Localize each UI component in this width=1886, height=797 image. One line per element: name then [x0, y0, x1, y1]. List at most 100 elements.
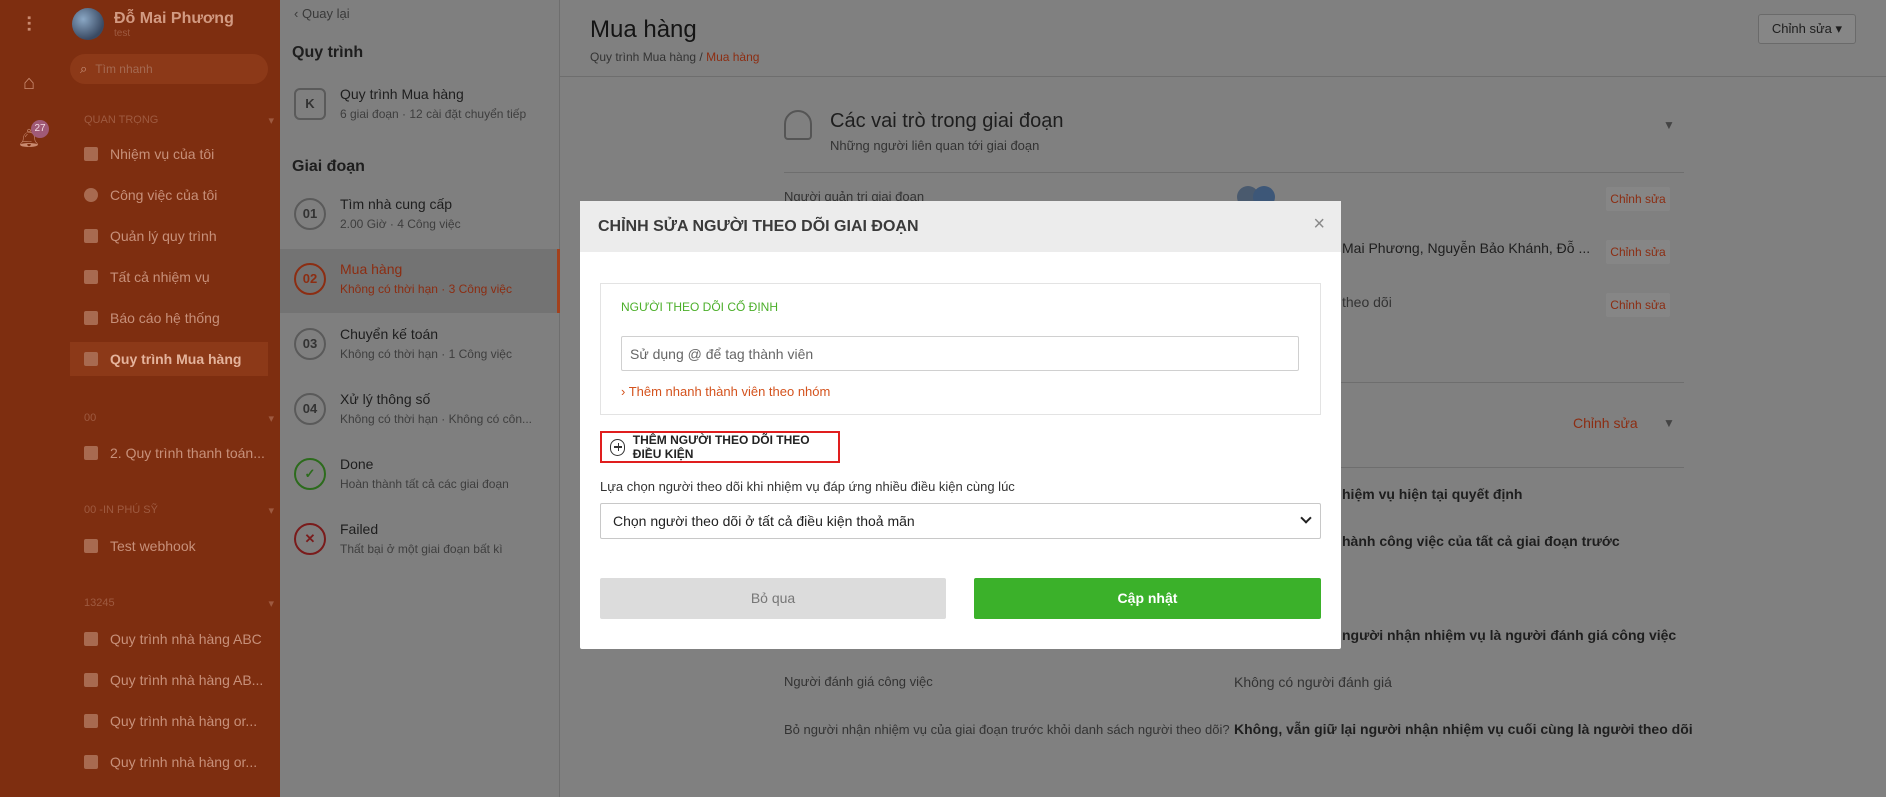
select-value: Chọn người theo dõi ở tất cả điều kiện t…	[613, 513, 915, 529]
nav-restaurant-3[interactable]: Quy trình nhà hàng or...	[70, 704, 268, 738]
nav-my-jobs[interactable]: Công việc của tôi	[70, 178, 268, 212]
chevron-down-icon	[1300, 512, 1312, 524]
stages-heading: Giai đoạn	[292, 158, 365, 175]
user-profile[interactable]: Đỗ Mai Phương test	[72, 8, 234, 40]
clock-icon	[84, 188, 98, 202]
process-title: Quy trình Mua hàng	[340, 86, 464, 102]
select-label: Lựa chọn người theo dõi khi nhiệm vụ đáp…	[600, 479, 1015, 494]
plus-circle-icon	[610, 438, 625, 456]
caret-down-icon: ▾	[268, 505, 274, 517]
nav-label: Quy trình nhà hàng or...	[110, 754, 258, 770]
process-icon	[84, 714, 98, 728]
edit-settings-link[interactable]: Chỉnh sửa	[1573, 415, 1638, 431]
folder-icon	[84, 229, 98, 243]
nav-label: Nhiệm vụ của tôi	[110, 146, 215, 162]
caret-down-icon: ▾	[268, 413, 274, 425]
tag-member-input[interactable]	[621, 336, 1299, 371]
caret-down-icon: ▾	[1835, 21, 1843, 36]
stage-item[interactable]: ✓ Done Hoàn thành tất cả các giai đoạn	[280, 444, 560, 508]
divider	[560, 76, 1886, 77]
section-00[interactable]: 00 ▾	[84, 412, 274, 425]
user-name: Đỗ Mai Phương	[114, 9, 234, 27]
stage-subtitle: 2.00 Giờ · 4 Công việc	[340, 217, 461, 231]
process-icon	[84, 352, 98, 366]
breadcrumb-separator: /	[696, 50, 707, 64]
nav-label: 2. Quy trình thanh toán...	[110, 445, 265, 461]
nav-purchase-process[interactable]: Quy trình Mua hàng	[70, 342, 268, 376]
modal-header: CHỈNH SỬA NGƯỜI THEO DÕI GIAI ĐOẠN ×	[580, 201, 1341, 252]
caret-down-icon: ▾	[268, 115, 274, 127]
stage-number: 04	[294, 393, 326, 425]
quick-add-group-link[interactable]: › Thêm nhanh thành viên theo nhóm	[621, 384, 830, 399]
nav-restaurant-1[interactable]: Quy trình nhà hàng ABC	[70, 622, 268, 656]
process-icon	[84, 539, 98, 553]
follower-mode-select[interactable]: Chọn người theo dõi ở tất cả điều kiện t…	[600, 503, 1321, 539]
process-item[interactable]: K Quy trình Mua hàng 6 giai đoạn · 12 cà…	[280, 74, 560, 138]
breadcrumb-root[interactable]: Quy trình Mua hàng	[590, 50, 696, 64]
process-subtitle: 6 giai đoạn · 12 cài đặt chuyển tiếp	[340, 107, 527, 121]
stage-title: Failed	[340, 521, 379, 537]
divider	[784, 172, 1684, 173]
chevron-down-icon[interactable]: ▼	[1663, 118, 1675, 132]
nav-system-reports[interactable]: Báo cáo hệ thống	[70, 301, 268, 335]
edit-label: Chỉnh sửa	[1771, 21, 1832, 36]
stages-panel: ‹ Quay lại Quy trình K Quy trình Mua hàn…	[280, 0, 560, 797]
stage-item[interactable]: 04 Xử lý thông số Không có thời hạn · Kh…	[280, 379, 560, 443]
search-icon: ⌕	[80, 61, 88, 76]
app-logo-icon[interactable]: ⫶	[0, 14, 58, 37]
add-conditional-label: THÊM NGƯỜI THEO DÕI THEO ĐIỀU KIỆN	[632, 433, 810, 461]
stage-item[interactable]: ✕ Failed Thất bại ở một giai đoạn bất kì	[280, 509, 560, 573]
nav-restaurant-4[interactable]: Quy trình nhà hàng or...	[70, 745, 268, 779]
stage-number: 02	[294, 263, 326, 295]
reviewer-label: Người đánh giá công việc	[784, 674, 933, 689]
roles-title: Các vai trò trong giai đoạn	[830, 110, 1064, 132]
stage-subtitle: Thất bại ở một giai đoạn bất kì	[340, 542, 503, 556]
back-label: Quay lại	[301, 6, 350, 21]
add-conditional-follower-button[interactable]: THÊM NGƯỜI THEO DÕI THEO ĐIỀU KIỆN	[600, 431, 840, 463]
page-title: Mua hàng	[590, 16, 697, 43]
avatar	[72, 8, 104, 40]
nav-payment-process[interactable]: 2. Quy trình thanh toán...	[70, 436, 268, 470]
remove-value: Không, vẫn giữ lại người nhận nhiệm vụ c…	[1234, 721, 1693, 737]
nav-my-tasks[interactable]: Nhiệm vụ của tôi	[70, 137, 268, 171]
home-icon[interactable]: ⌂	[0, 72, 58, 95]
close-icon[interactable]: ×	[1313, 213, 1325, 236]
process-icon	[84, 673, 98, 687]
quick-search[interactable]: ⌕	[70, 54, 268, 84]
process-icon	[84, 446, 98, 460]
section-13245[interactable]: 13245 ▾	[84, 597, 274, 610]
nav-label: Quy trình nhà hàng ABC	[110, 631, 262, 647]
stage-item[interactable]: 01 Tìm nhà cung cấp 2.00 Giờ · 4 Công vi…	[280, 184, 560, 248]
edit-followers-button[interactable]: Chỉnh sửa	[1606, 293, 1670, 317]
stage-title: Mua hàng	[340, 261, 403, 277]
cancel-button[interactable]: Bỏ qua	[600, 578, 946, 619]
bell-icon[interactable]: 🔔︎	[0, 128, 58, 149]
search-input[interactable]	[95, 62, 256, 76]
roles-subtitle: Những người liên quan tới giai đoạn	[830, 138, 1040, 153]
setting-line-a: hiệm vụ hiện tại quyết định	[1342, 486, 1523, 502]
stage-item-active[interactable]: 02 Mua hàng Không có thời hạn · 3 Công v…	[280, 249, 560, 313]
fixed-followers-label: NGƯỜI THEO DÕI CỐ ĐỊNH	[621, 300, 778, 314]
stage-subtitle: Không có thời hạn · Không có côn...	[340, 412, 532, 426]
section-important[interactable]: QUAN TRỌNG ▾	[84, 114, 274, 127]
edit-dropdown-button[interactable]: Chỉnh sửa ▾	[1758, 14, 1856, 44]
stage-item[interactable]: 03 Chuyển kế toán Không có thời hạn · 1 …	[280, 314, 560, 378]
chevron-down-icon[interactable]: ▼	[1663, 416, 1675, 430]
section-phu-sy[interactable]: 00 -IN PHÚ SỸ ▾	[84, 504, 274, 517]
fixed-followers-box: NGƯỜI THEO DÕI CỐ ĐỊNH › Thêm nhanh thàn…	[600, 283, 1321, 415]
stage-subtitle: Không có thời hạn · 3 Công việc	[340, 282, 512, 296]
edit-followers-modal: CHỈNH SỬA NGƯỜI THEO DÕI GIAI ĐOẠN × NGƯ…	[580, 201, 1341, 649]
nav-restaurant-2[interactable]: Quy trình nhà hàng AB...	[70, 663, 268, 697]
stage-subtitle: Hoàn thành tất cả các giai đoạn	[340, 477, 509, 491]
edit-admins-button[interactable]: Chỉnh sửa	[1606, 187, 1670, 211]
nav-all-tasks[interactable]: Tất cả nhiệm vụ	[70, 260, 268, 294]
followers-value: theo dõi	[1342, 294, 1392, 310]
nav-label: Quy trình nhà hàng AB...	[110, 672, 264, 688]
nav-process-management[interactable]: Quản lý quy trình	[70, 219, 268, 253]
edit-assignees-button[interactable]: Chỉnh sửa	[1606, 240, 1670, 264]
back-link[interactable]: ‹ Quay lại	[294, 6, 350, 21]
update-button[interactable]: Cập nhật	[974, 578, 1321, 619]
section-label: 13245	[84, 597, 115, 609]
process-icon: K	[294, 88, 326, 120]
nav-test-webhook[interactable]: Test webhook	[70, 529, 268, 563]
